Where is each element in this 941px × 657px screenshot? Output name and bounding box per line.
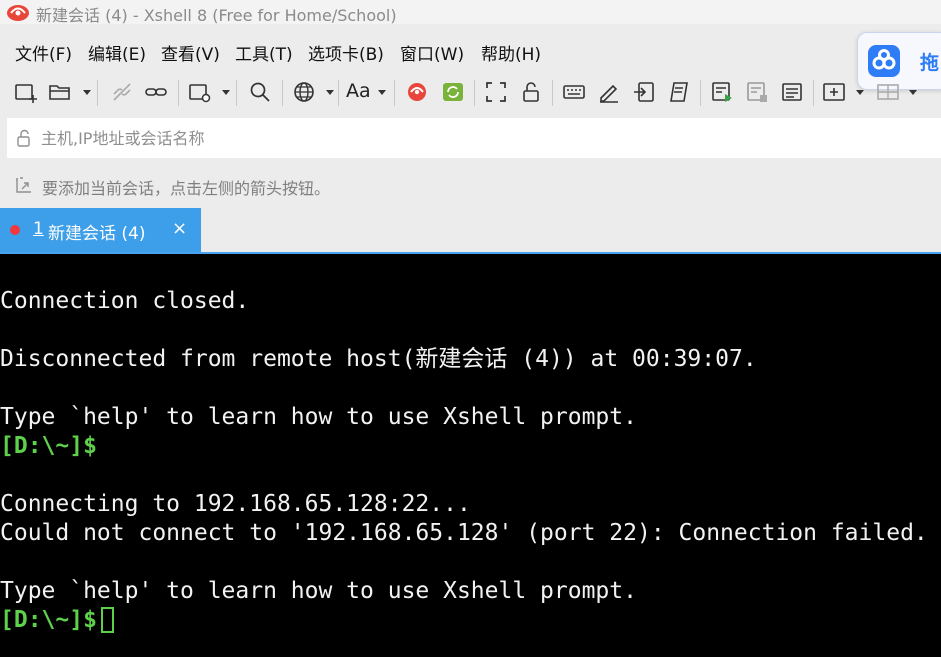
- search-icon[interactable]: [246, 78, 274, 106]
- terminal-line: Could not connect to '192.168.65.128' (p…: [0, 520, 928, 546]
- notes-icon[interactable]: [778, 78, 806, 106]
- globe-icon[interactable]: [290, 78, 318, 106]
- compose-pen-icon[interactable]: [595, 78, 623, 106]
- run-log-icon[interactable]: [708, 78, 736, 106]
- menu-window[interactable]: 窗口(W): [400, 40, 464, 65]
- tab-number: 1: [33, 219, 44, 239]
- new-tab-dropdown-icon[interactable]: [856, 90, 864, 95]
- tab-label: 新建会话 (4): [48, 224, 146, 244]
- xshell-logo-icon: [7, 5, 29, 21]
- baidu-widget-label: 拖: [920, 52, 940, 74]
- terminal-line: Connection closed.: [0, 288, 250, 314]
- terminal-line: Disconnected from remote host(新建会话 (4)) …: [0, 346, 757, 372]
- layout-dropdown-icon[interactable]: [909, 90, 917, 95]
- toolbar-separator: [552, 80, 553, 106]
- new-tab-icon[interactable]: [820, 78, 848, 106]
- terminal-prompt-line: [D:\~]$: [0, 606, 114, 635]
- hint-text: 要添加当前会话，点击左侧的箭头按钮。: [42, 179, 331, 198]
- connect-link-icon[interactable]: [142, 78, 170, 106]
- terminal-line: Type `help' to learn how to use Xshell p…: [0, 404, 637, 430]
- menu-view[interactable]: 查看(V): [161, 40, 220, 65]
- toolbar-separator: [474, 80, 475, 106]
- address-bar: [7, 118, 941, 158]
- font-dropdown-icon[interactable]: [378, 90, 386, 95]
- toolbar-separator: [700, 80, 701, 106]
- cloud-icon: [868, 45, 900, 77]
- toolbar-separator: [236, 80, 237, 106]
- tab-session[interactable]: 1 新建会话 (4) ×: [0, 208, 201, 252]
- font-button[interactable]: Aa: [346, 80, 371, 102]
- toolbar-separator: [97, 80, 98, 106]
- title-bar: 新建会话 (4) - Xshell 8 (Free for Home/Schoo…: [0, 0, 941, 25]
- disconnect-icon[interactable]: [108, 78, 136, 106]
- menu-file[interactable]: 文件(F): [15, 40, 72, 65]
- open-dropdown-icon[interactable]: [83, 90, 91, 95]
- unlock-icon: [17, 129, 30, 147]
- xftp-icon[interactable]: [439, 78, 467, 106]
- terminal-line: Type `help' to learn how to use Xshell p…: [0, 578, 637, 604]
- toolbar-separator: [394, 80, 395, 106]
- host-address-input[interactable]: [41, 118, 921, 158]
- open-folder-icon[interactable]: [46, 78, 74, 106]
- terminal-prompt: [D:\~]$: [0, 607, 97, 633]
- layout-icon[interactable]: [874, 78, 902, 106]
- session-settings-icon[interactable]: [186, 78, 214, 106]
- window-title: 新建会话 (4) - Xshell 8 (Free for Home/Schoo…: [36, 6, 397, 25]
- script-icon[interactable]: [665, 78, 693, 106]
- add-session-arrow-icon[interactable]: [13, 175, 35, 195]
- toolbar-separator: [338, 80, 339, 106]
- settings-dropdown-icon[interactable]: [222, 90, 230, 95]
- stop-log-icon[interactable]: [743, 78, 771, 106]
- lock-icon[interactable]: [517, 78, 545, 106]
- toolbar-separator: [178, 80, 179, 106]
- close-icon[interactable]: ×: [172, 218, 187, 239]
- fullscreen-icon[interactable]: [482, 78, 510, 106]
- keyboard-icon[interactable]: [560, 78, 588, 106]
- new-session-icon[interactable]: [12, 78, 40, 106]
- toolbar: Aa: [0, 74, 941, 110]
- encoding-dropdown-icon[interactable]: [326, 90, 334, 95]
- transfer-icon[interactable]: [630, 78, 658, 106]
- toolbar-separator: [813, 80, 814, 106]
- menu-help[interactable]: 帮助(H): [481, 40, 541, 65]
- terminal-output[interactable]: Connection closed. Disconnected from rem…: [0, 252, 941, 657]
- tab-strip: 1 新建会话 (4) ×: [0, 208, 941, 252]
- menu-bar: 文件(F) 编辑(E) 查看(V) 工具(T) 选项卡(B) 窗口(W) 帮助(…: [0, 36, 941, 66]
- terminal-prompt: [D:\~]$: [0, 433, 97, 459]
- menu-edit[interactable]: 编辑(E): [88, 40, 146, 65]
- xshell-icon[interactable]: [403, 78, 431, 106]
- menu-tabs[interactable]: 选项卡(B): [308, 40, 384, 65]
- terminal-line: Connecting to 192.168.65.128:22...: [0, 491, 471, 517]
- menu-tools[interactable]: 工具(T): [235, 40, 293, 65]
- hint-bar: 要添加当前会话，点击左侧的箭头按钮。: [0, 170, 941, 200]
- toolbar-separator: [282, 80, 283, 106]
- terminal-cursor[interactable]: [100, 607, 114, 633]
- session-status-dot: [10, 225, 20, 235]
